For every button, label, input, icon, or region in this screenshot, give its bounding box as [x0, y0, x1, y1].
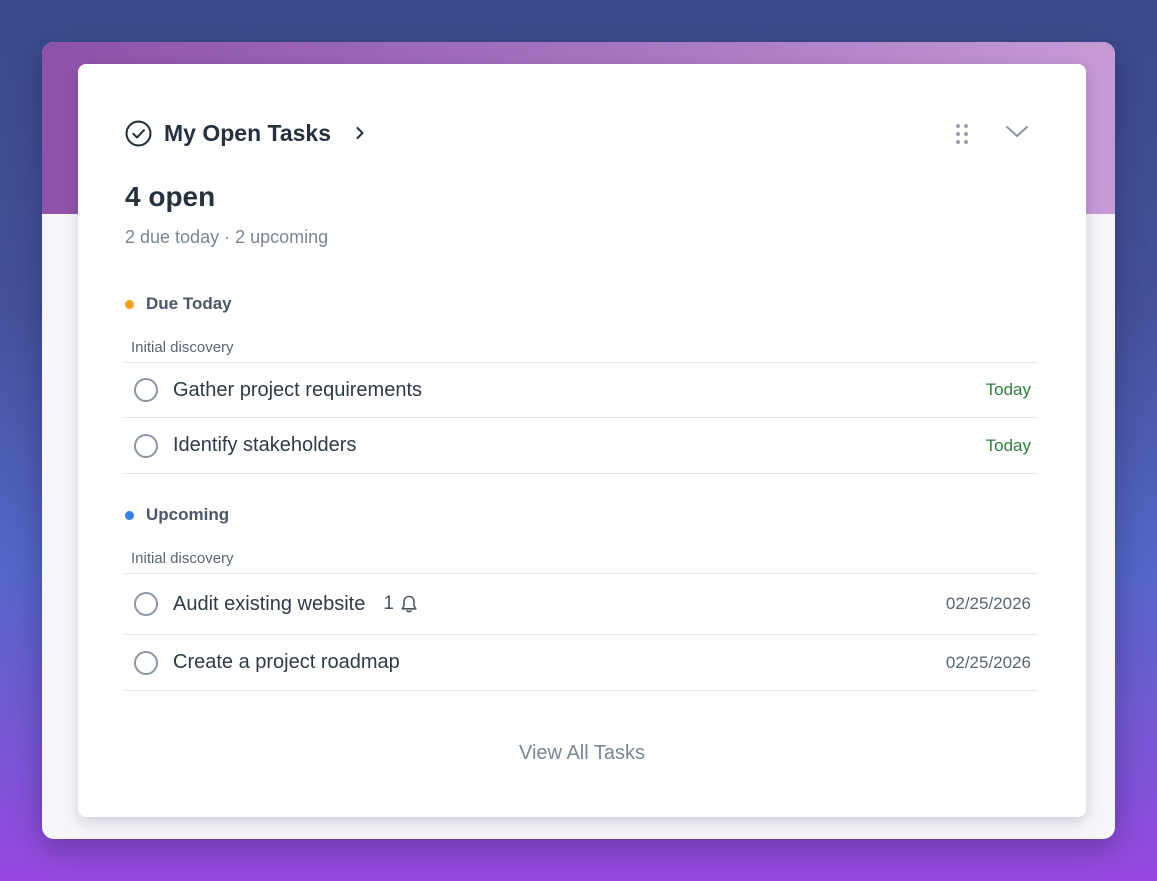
task-row[interactable]: Gather project requirements Today: [125, 363, 1037, 417]
task-row[interactable]: Audit existing website 1 02/25/2026: [125, 574, 1037, 634]
chevron-right-icon[interactable]: [353, 126, 367, 140]
open-count: 4 open: [125, 181, 216, 212]
task-checkbox[interactable]: [134, 433, 158, 458]
task-due-date: 02/25/2026: [945, 652, 1031, 672]
task-checkbox[interactable]: [134, 378, 158, 402]
task-title[interactable]: Identify stakeholders: [173, 434, 356, 457]
view-all-tasks-link[interactable]: View All Tasks: [78, 742, 1086, 765]
divider: [125, 473, 1037, 474]
task-title[interactable]: Create a project roadmap: [173, 651, 400, 674]
reminder-count-value: 1: [383, 593, 394, 614]
section-due-today: Due Today: [125, 294, 232, 314]
due-today-dot: [125, 299, 134, 309]
chevron-down-icon[interactable]: [1005, 124, 1029, 140]
divider: [125, 690, 1037, 691]
group-label: Initial discovery: [131, 550, 234, 567]
section-label: Due Today: [146, 294, 232, 313]
upcoming-dot: [125, 510, 134, 520]
open-tasks-widget: My Open Tasks 4 open 2 due today · 2 upc…: [78, 64, 1086, 817]
task-title[interactable]: Gather project requirements: [173, 379, 422, 402]
drag-handle-icon[interactable]: [954, 122, 970, 146]
task-due-date: Today: [985, 435, 1031, 455]
task-due-date: Today: [985, 380, 1031, 399]
task-checkbox[interactable]: [134, 650, 158, 675]
widget-header: My Open Tasks: [125, 118, 367, 148]
task-row[interactable]: Identify stakeholders Today: [125, 418, 1037, 473]
section-label: Upcoming: [146, 505, 230, 524]
reminder-count[interactable]: 1: [383, 593, 418, 615]
section-upcoming: Upcoming: [125, 505, 229, 525]
group-label: Initial discovery: [131, 339, 234, 356]
widget-title[interactable]: My Open Tasks: [164, 120, 331, 147]
task-checkbox[interactable]: [134, 592, 158, 616]
task-row[interactable]: Create a project roadmap 02/25/2026: [125, 635, 1037, 690]
check-circle-icon: [125, 120, 152, 146]
task-due-date: 02/25/2026: [945, 594, 1031, 613]
task-title[interactable]: Audit existing website: [173, 593, 365, 616]
bell-icon: [401, 595, 417, 613]
task-summary: 2 due today · 2 upcoming: [125, 227, 329, 247]
